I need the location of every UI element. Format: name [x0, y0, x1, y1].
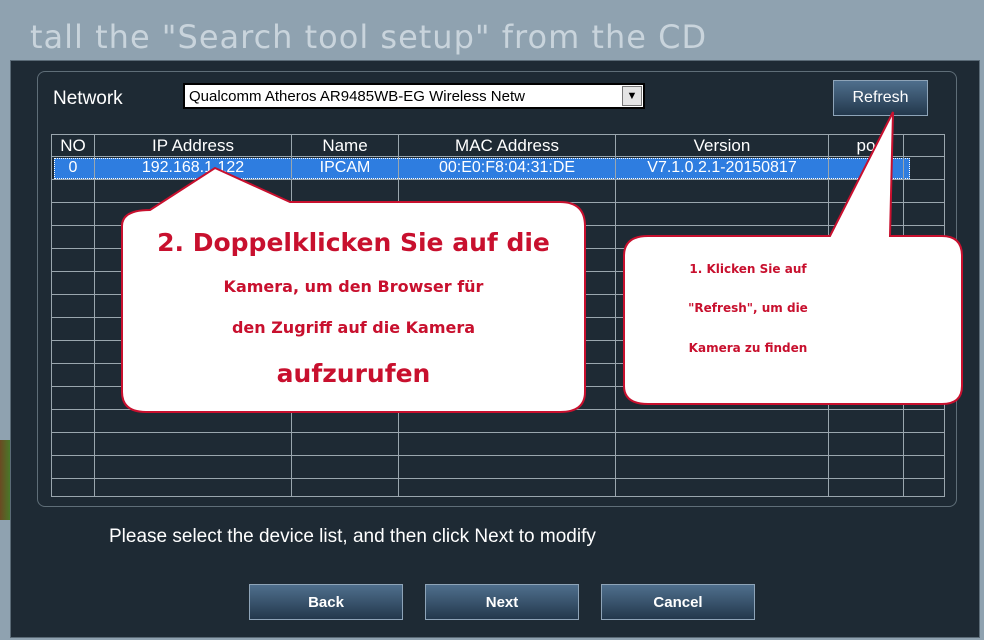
column-divider — [94, 135, 95, 496]
background-caption: tall the "Search tool setup" from the CD — [30, 18, 708, 56]
refresh-button[interactable]: Refresh — [833, 80, 928, 116]
callout-left-line1: 2. Doppelklicken Sie auf die — [157, 228, 550, 257]
cell-ip[interactable]: 192.168.1.122 — [95, 157, 291, 179]
column-header-port[interactable]: po — [829, 135, 903, 156]
cell-port[interactable] — [829, 157, 903, 179]
row-divider — [52, 478, 944, 479]
row-divider — [52, 179, 944, 180]
column-header-ip[interactable]: IP Address — [95, 135, 291, 156]
row-divider — [52, 432, 944, 433]
instruction-text: Please select the device list, and then … — [109, 526, 596, 547]
row-divider — [52, 156, 944, 157]
row-divider — [52, 202, 944, 203]
column-divider — [291, 135, 292, 496]
column-header-name[interactable]: Name — [292, 135, 398, 156]
callout-left-line2: Kamera, um den Browser für — [223, 277, 484, 296]
cell-name[interactable]: IPCAM — [292, 157, 398, 179]
column-divider — [903, 135, 904, 496]
back-button[interactable]: Back — [249, 584, 403, 620]
callout-right-line3: Kamera zu finden — [688, 341, 808, 355]
cell-no[interactable]: 0 — [52, 157, 94, 179]
column-divider — [398, 135, 399, 496]
callout-right-line2: "Refresh", um die — [688, 301, 808, 315]
network-adapter-select[interactable]: Qualcomm Atheros AR9485WB-EG Wireless Ne… — [183, 83, 645, 109]
column-header-mac[interactable]: MAC Address — [399, 135, 615, 156]
network-label: Network — [53, 88, 123, 109]
callout-left-line4: aufzurufen — [276, 359, 431, 388]
chevron-down-icon[interactable]: ▼ — [622, 86, 642, 106]
cell-mac[interactable]: 00:E0:F8:04:31:DE — [399, 157, 615, 179]
row-divider — [52, 409, 944, 410]
row-divider — [52, 455, 944, 456]
column-header-version[interactable]: Version — [616, 135, 828, 156]
next-button[interactable]: Next — [425, 584, 579, 620]
row-divider — [52, 225, 944, 226]
cell-version[interactable]: V7.1.0.2.1-20150817 — [616, 157, 828, 179]
callout-left-line3: den Zugriff auf die Kamera — [231, 318, 476, 337]
callout-right-line1: 1. Klicken Sie auf — [689, 262, 807, 276]
network-adapter-value: Qualcomm Atheros AR9485WB-EG Wireless Ne… — [189, 87, 525, 105]
column-divider — [615, 135, 616, 496]
cancel-button[interactable]: Cancel — [601, 584, 755, 620]
column-header-no[interactable]: NO — [52, 135, 94, 156]
column-divider — [828, 135, 829, 496]
device-table[interactable]: NO IP Address Name MAC Address Version p… — [51, 134, 945, 497]
